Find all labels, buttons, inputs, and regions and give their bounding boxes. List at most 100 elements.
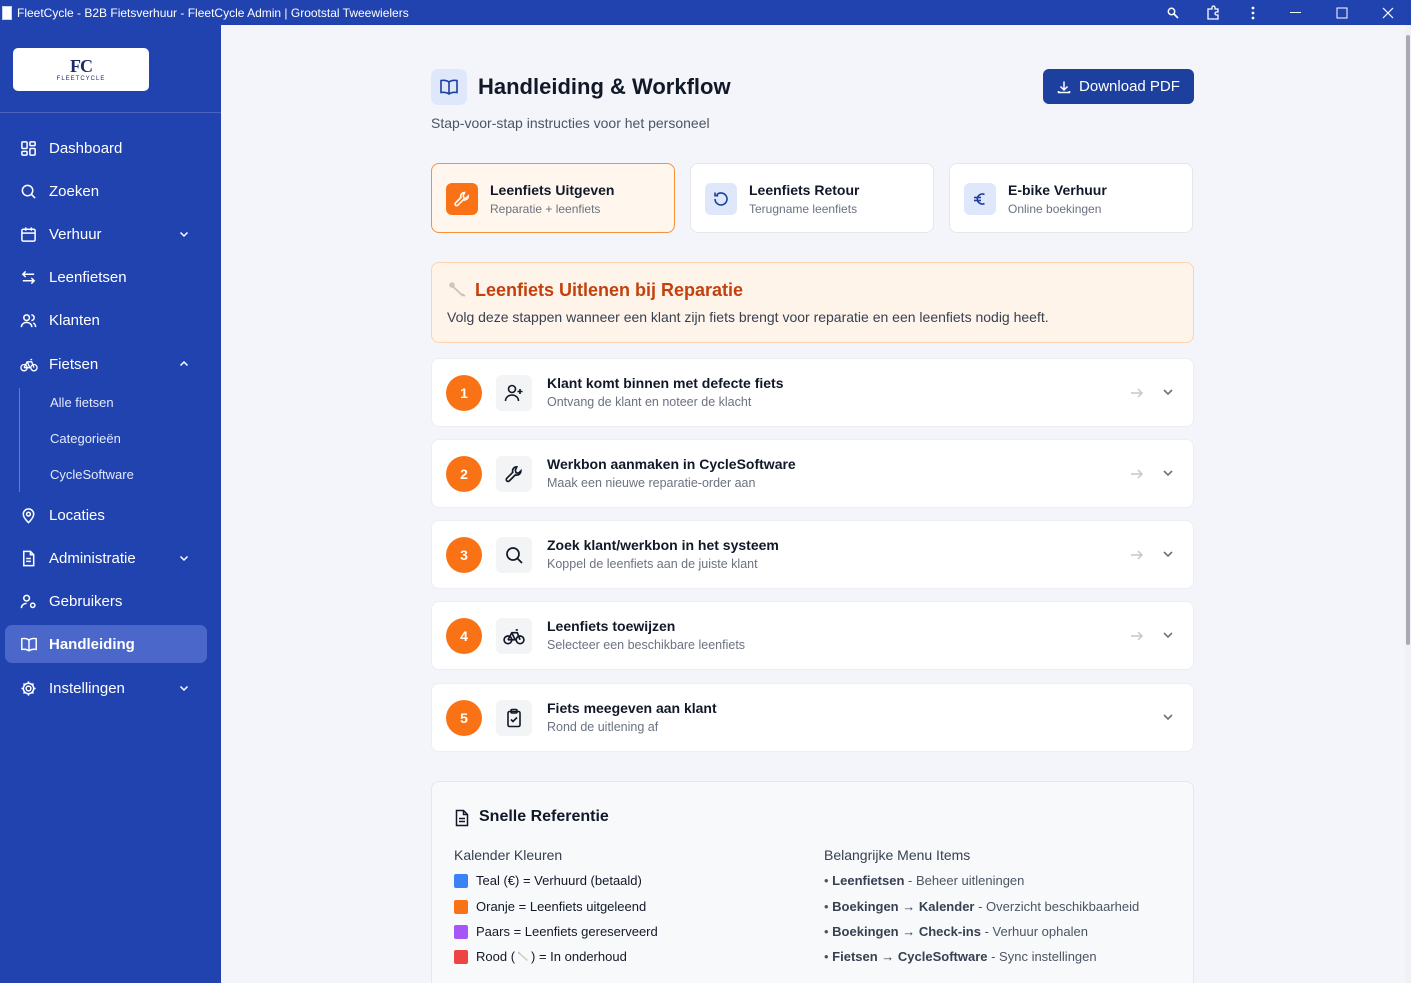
color-swatch: [454, 899, 468, 914]
wrench-icon: [496, 456, 532, 492]
step-5[interactable]: 5 Fiets meegeven aan klant Rond de uitle…: [431, 683, 1194, 752]
window-titlebar: FleetCycle - B2B Fietsverhuur - FleetCyc…: [0, 0, 1411, 25]
sidebar-item-label: Handleiding: [49, 635, 135, 653]
color-swatch: [454, 873, 468, 888]
sidebar: FC FLEETCYCLE Dashboard Zoeken Verhuur L…: [0, 25, 221, 983]
step-number: 4: [446, 618, 482, 654]
swap-icon: [21, 270, 36, 284]
tab-e-bike-verhuur[interactable]: E-bike Verhuur Online boekingen: [949, 163, 1193, 233]
workflow-banner: Leenfiets Uitlenen bij Reparatie Volg de…: [431, 262, 1194, 343]
chevron-down-icon[interactable]: [1161, 710, 1175, 724]
tab-leenfiets-uitgeven[interactable]: Leenfiets Uitgeven Reparatie + leenfiets: [431, 163, 675, 233]
step-number: 3: [446, 537, 482, 573]
menu-item-desc: - Beheer uitleningen: [904, 873, 1025, 888]
step-number: 2: [446, 456, 482, 492]
step-2[interactable]: 2 Werkbon aanmaken in CycleSoftware Maak…: [431, 439, 1194, 508]
sidebar-subitem-cyclesoftware[interactable]: CycleSoftware: [50, 467, 134, 482]
tab-subtitle: Online boekingen: [1008, 202, 1102, 216]
step-subtitle: Selecteer een beschikbare leenfiets: [547, 638, 746, 652]
calendar-icon: [21, 226, 36, 242]
file-icon: [23, 550, 35, 566]
step-subtitle: Koppel de leenfiets aan de juiste klant: [547, 557, 758, 571]
logo[interactable]: FC FLEETCYCLE: [13, 48, 149, 91]
wrench-icon: [517, 951, 528, 962]
step-4[interactable]: 4 Leenfiets toewijzen Selecteer een besc…: [431, 601, 1194, 670]
tab-title: Leenfiets Uitgeven: [490, 182, 615, 198]
close-icon[interactable]: [1365, 0, 1411, 25]
sidebar-item-dashboard[interactable]: Dashboard: [5, 129, 207, 167]
chevron-down-icon[interactable]: [1161, 547, 1175, 561]
sidebar-item-leenfietsen[interactable]: Leenfietsen: [5, 258, 207, 296]
sidebar-subitem-alle-fietsen[interactable]: Alle fietsen: [50, 395, 114, 410]
sidebar-item-label: Instellingen: [49, 679, 125, 697]
menu-item-desc: - Sync instellingen: [987, 949, 1097, 964]
sidebar-subitem-categorieen[interactable]: Categorieën: [50, 431, 121, 446]
sidebar-item-label: Leenfietsen: [49, 268, 127, 286]
step-3[interactable]: 3 Zoek klant/werkbon in het systeem Kopp…: [431, 520, 1194, 589]
sidebar-item-label: Locaties: [49, 506, 105, 524]
maximize-icon[interactable]: [1319, 0, 1365, 25]
app-icon: [2, 5, 12, 20]
quick-reference: Snelle Referentie Kalender Kleuren Teal …: [431, 781, 1194, 983]
page-title: Handleiding & Workflow: [478, 74, 731, 99]
arrow-right-icon: [1131, 388, 1144, 398]
download-pdf-label: Download PDF: [1079, 78, 1180, 95]
sidebar-item-gebruikers[interactable]: Gebruikers: [5, 582, 207, 620]
step-title: Werkbon aanmaken in CycleSoftware: [547, 456, 796, 472]
step-subtitle: Rond de uitlening af: [547, 720, 659, 734]
wrench-icon: [449, 282, 466, 297]
book-icon: [431, 69, 467, 105]
sidebar-item-label: Klanten: [49, 311, 100, 329]
scrollbar-thumb[interactable]: [1406, 35, 1410, 645]
tab-title: E-bike Verhuur: [1008, 182, 1107, 198]
sidebar-item-label: Fietsen: [49, 355, 99, 373]
download-pdf-button[interactable]: Download PDF: [1043, 69, 1194, 104]
more-icon[interactable]: [1233, 0, 1273, 25]
step-subtitle: Maak een nieuwe reparatie-order aan: [547, 476, 756, 490]
download-icon: [1057, 81, 1071, 93]
sidebar-item-klanten[interactable]: Klanten: [5, 301, 207, 339]
tab-title: Leenfiets Retour: [749, 182, 860, 198]
euro-icon: [964, 183, 996, 215]
calendar-color-item: Paars = Leenfiets gereserveerd: [454, 924, 658, 939]
step-title: Leenfiets toewijzen: [547, 618, 676, 634]
sidebar-item-handleiding[interactable]: Handleiding: [5, 625, 207, 663]
sidebar-item-administratie[interactable]: Administratie: [5, 539, 207, 577]
user-plus-icon: [496, 375, 532, 411]
chevron-down-icon[interactable]: [1161, 628, 1175, 642]
map-pin-icon: [22, 507, 35, 524]
minimize-icon[interactable]: [1273, 0, 1319, 25]
page-subtitle: Stap-voor-stap instructies voor het pers…: [431, 115, 710, 131]
calendar-color-text: Oranje = Leenfiets uitgeleend: [476, 899, 647, 914]
sidebar-item-instellingen[interactable]: Instellingen: [5, 669, 207, 707]
sidebar-item-zoeken[interactable]: Zoeken: [5, 172, 207, 210]
menu-item-desc: - Overzicht beschikbaarheid: [974, 899, 1140, 914]
menu-item-name: Fietsen → CycleSoftware: [832, 949, 988, 964]
sidebar-item-verhuur[interactable]: Verhuur: [5, 215, 207, 253]
calendar-color-text: Rood (: [476, 949, 516, 964]
chevron-down-icon: [179, 685, 189, 692]
wrench-icon: [446, 183, 478, 215]
menu-item-name: Boekingen → Check-ins: [832, 924, 981, 939]
tab-leenfiets-retour[interactable]: Leenfiets Retour Terugname leenfiets: [690, 163, 934, 233]
chevron-down-icon: [179, 231, 189, 238]
chevron-down-icon[interactable]: [1161, 466, 1175, 480]
step-1[interactable]: 1 Klant komt binnen met defecte fiets On…: [431, 358, 1194, 427]
zoom-icon[interactable]: [1153, 0, 1193, 25]
book-icon: [21, 637, 37, 652]
arrow-right-icon: [1131, 469, 1144, 479]
sidebar-item-locaties[interactable]: Locaties: [5, 496, 207, 534]
chevron-down-icon[interactable]: [1161, 385, 1175, 399]
extensions-icon[interactable]: [1193, 0, 1233, 25]
banner-title: Leenfiets Uitlenen bij Reparatie: [475, 280, 744, 300]
sidebar-item-fietsen[interactable]: Fietsen: [5, 345, 207, 383]
sidebar-item-label: Gebruikers: [49, 592, 123, 610]
chevron-down-icon: [179, 555, 189, 562]
menu-item-desc: - Verhuur ophalen: [980, 924, 1088, 939]
calendar-color-item: Teal (€) = Verhuurd (betaald): [454, 873, 642, 888]
step-number: 1: [446, 375, 482, 411]
scrollbar[interactable]: [1405, 25, 1411, 983]
logo-text: FLEETCYCLE: [56, 75, 106, 82]
step-number: 5: [446, 700, 482, 736]
search-icon: [496, 537, 532, 573]
